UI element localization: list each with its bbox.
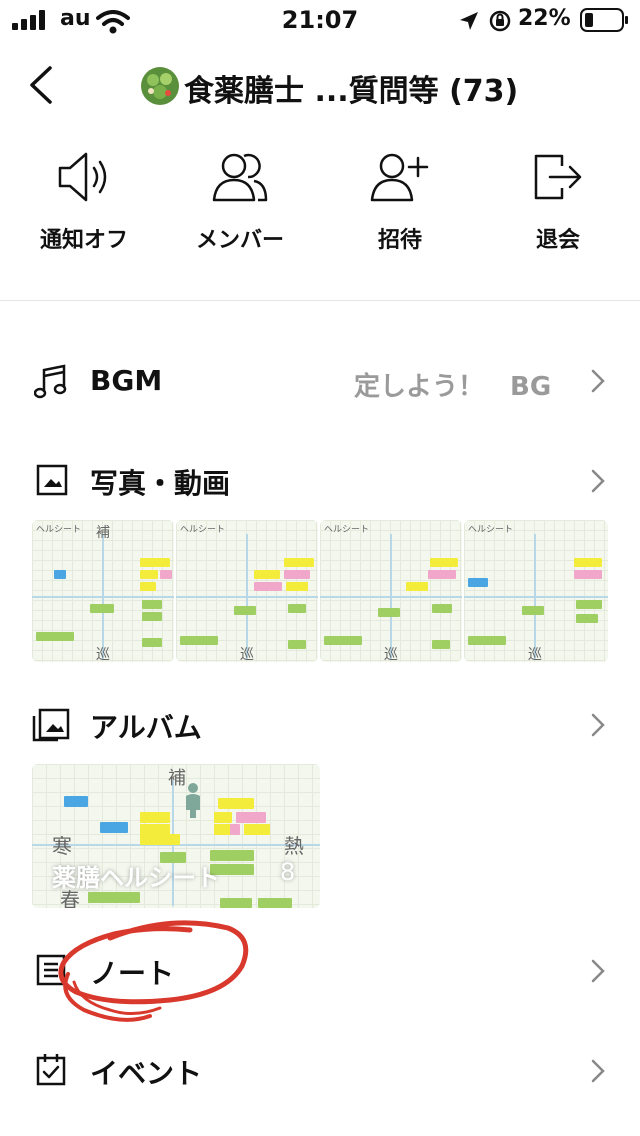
group-avatar: [141, 67, 179, 105]
chevron-right-icon[interactable]: [590, 368, 606, 394]
album-count: 8: [280, 858, 296, 886]
page-title: 食薬膳士 ...質問等 (73): [184, 74, 519, 109]
person-figure-icon: [186, 783, 200, 818]
location-arrow-icon: [460, 12, 478, 30]
members-label: メンバー: [195, 228, 284, 253]
music-note-icon: [34, 364, 67, 399]
back-chevron-icon[interactable]: [26, 64, 56, 106]
speaker-icon: [58, 152, 107, 202]
members-button[interactable]: メンバー: [170, 150, 310, 254]
photo-icon: [36, 464, 68, 496]
section-divider: [0, 300, 640, 301]
leave-label: 退会: [535, 228, 580, 253]
bgm-marquee-text: 定しよう！ BG: [354, 372, 552, 402]
add-user-icon: [370, 153, 429, 202]
photos-label: 写真・動画: [90, 467, 231, 500]
photos-row[interactable]: 写真・動画: [0, 450, 640, 510]
album-row[interactable]: アルバム: [0, 694, 640, 754]
event-row[interactable]: イベント: [0, 1040, 640, 1100]
album-label: アルバム: [90, 711, 202, 744]
event-label: イベント: [90, 1057, 203, 1090]
rotation-lock-icon: [489, 10, 511, 32]
chevron-right-icon[interactable]: [590, 958, 606, 984]
leave-icon: [534, 154, 582, 200]
battery-percent: 22%: [518, 6, 571, 31]
notify-off-label: 通知オフ: [39, 228, 128, 253]
chevron-right-icon[interactable]: [590, 712, 606, 738]
photo-thumbnail[interactable]: 巡 ヘルシート: [464, 520, 608, 662]
battery-icon: [580, 8, 628, 32]
photo-strip: 補 巡 ヘルシート 巡 ヘルシート 巡 ヘルシート 巡 ヘルシート: [32, 520, 608, 662]
invite-button[interactable]: 招待: [330, 150, 470, 254]
bgm-label: BGM: [90, 364, 163, 397]
status-bar: au 21:07 22%: [0, 0, 640, 40]
invite-label: 招待: [377, 228, 422, 253]
members-icon: [212, 153, 268, 202]
chevron-right-icon[interactable]: [590, 1058, 606, 1084]
notify-off-button[interactable]: 通知オフ: [14, 150, 154, 254]
calendar-check-icon: [36, 1054, 66, 1086]
album-icon: [32, 708, 70, 742]
leave-button[interactable]: 退会: [488, 150, 628, 254]
photo-thumbnail[interactable]: 補 巡 ヘルシート: [32, 520, 174, 662]
photo-thumbnail[interactable]: 巡 ヘルシート: [176, 520, 318, 662]
chevron-right-icon[interactable]: [590, 468, 606, 494]
album-name: 薬膳ヘルシート: [52, 864, 220, 892]
photo-thumbnail[interactable]: 巡 ヘルシート: [320, 520, 462, 662]
red-annotation-circle: [58, 920, 249, 1022]
